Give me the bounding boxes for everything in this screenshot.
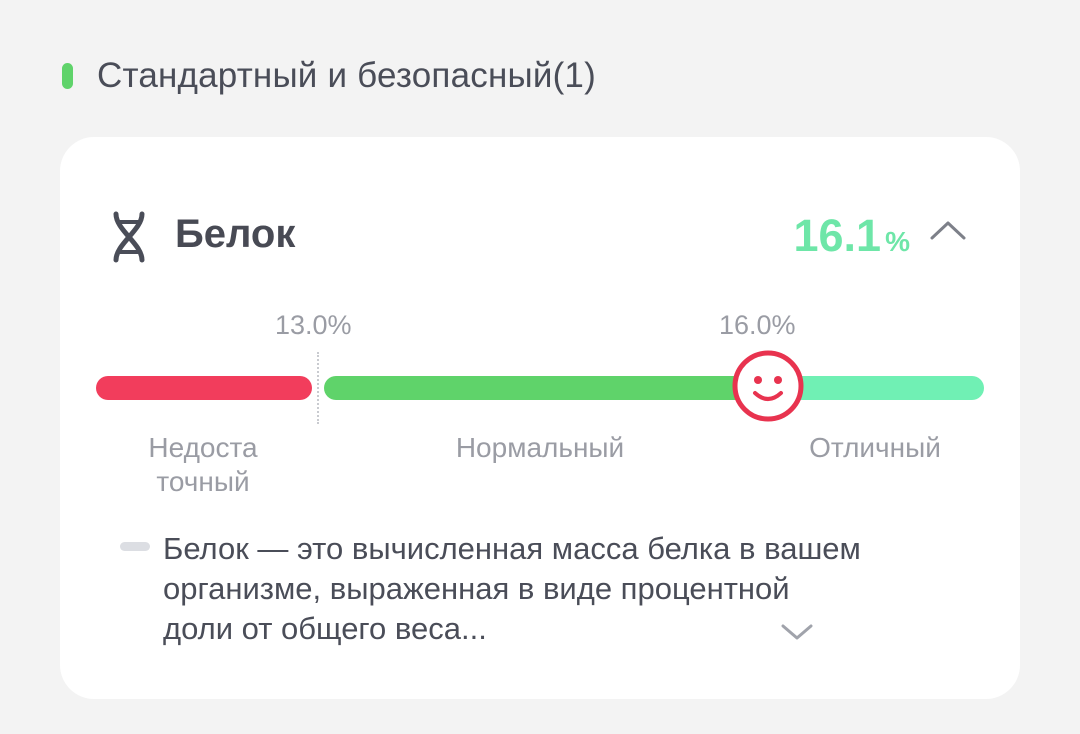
smiley-icon	[732, 350, 804, 422]
metric-value: 16.1 %	[794, 210, 911, 262]
chevron-up-icon[interactable]	[928, 216, 968, 244]
description-bullet	[120, 542, 150, 551]
dna-icon	[113, 211, 145, 263]
range-label-excellent: Отличный	[809, 432, 941, 463]
range-bar-insufficient	[96, 376, 312, 400]
threshold-divider	[317, 352, 319, 424]
metric-description: Белок — это вычисленная масса белка в ва…	[163, 531, 861, 646]
section-title: Стандартный и безопасный(1)	[97, 56, 596, 95]
chevron-down-icon[interactable]	[779, 620, 815, 644]
range-bar-normal	[324, 376, 754, 400]
section-header: Стандартный и безопасный(1)	[62, 52, 596, 100]
metric-value-unit: %	[885, 226, 910, 257]
metric-title: Белок	[175, 212, 296, 256]
threshold-high: 16.0%	[719, 310, 796, 340]
metric-value-number: 16.1	[793, 210, 882, 261]
range-label-normal: Нормальный	[455, 432, 625, 463]
threshold-low: 13.0%	[275, 310, 352, 340]
range-label-insufficient: Недоста точный	[148, 432, 258, 497]
status-indicator	[62, 63, 73, 89]
